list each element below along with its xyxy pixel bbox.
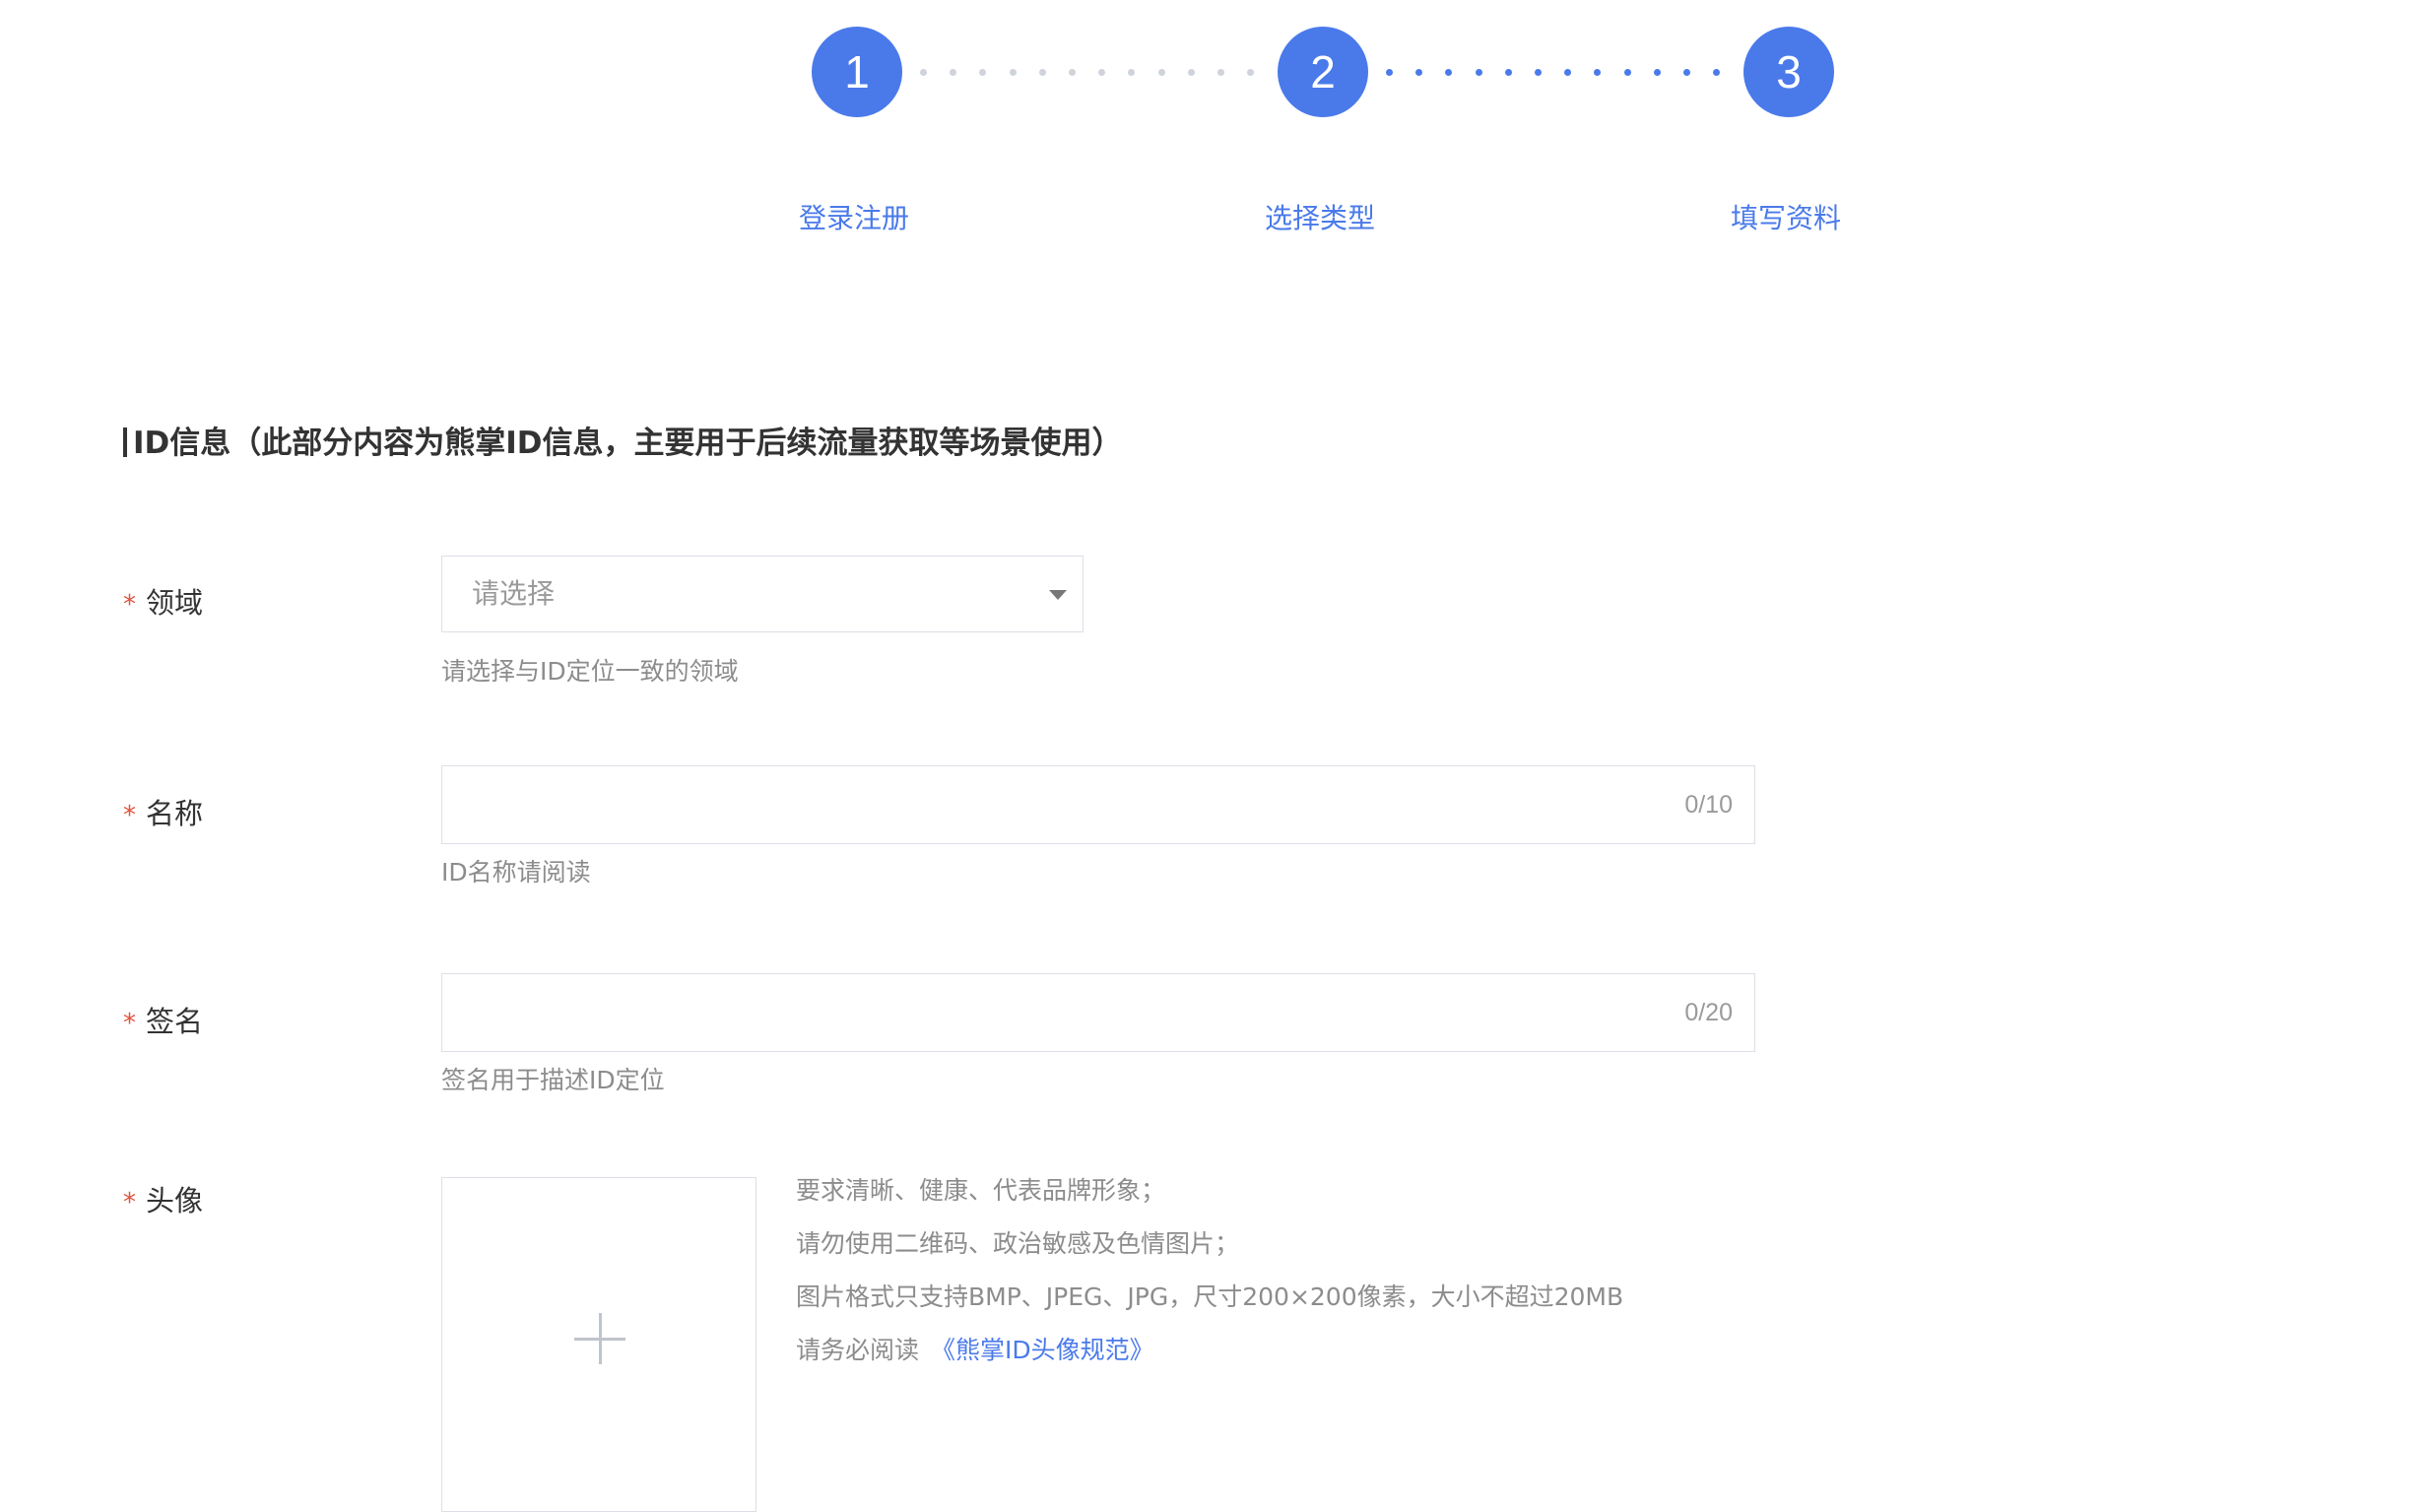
- signature-char-counter: 0/20: [1684, 999, 1733, 1026]
- required-mark: *: [123, 801, 136, 830]
- step-connector-dot: [1038, 69, 1046, 76]
- name-label: * 名称: [123, 796, 203, 833]
- avatar-label: * 头像: [123, 1183, 203, 1220]
- step-connector-dot: [1594, 69, 1602, 76]
- step-1-circle: 1: [812, 27, 902, 117]
- step-3-label: 填写资料: [1730, 202, 1841, 234]
- chevron-down-icon[interactable]: [1049, 590, 1067, 600]
- step-connector-dot: [1504, 69, 1512, 76]
- section-title: ID信息（此部分内容为熊掌ID信息，主要用于后续流量获取等场景使用）: [123, 424, 1123, 463]
- step-connector-dot: [1009, 69, 1017, 76]
- step-connector-dot: [1653, 69, 1661, 76]
- avatar-guideline-link[interactable]: 《熊掌ID头像规范》: [931, 1336, 1154, 1364]
- step-connector-dot: [1157, 69, 1165, 76]
- step-2-label: 选择类型: [1264, 202, 1375, 234]
- step-connector-dot: [1475, 69, 1482, 76]
- step-connector-dot: [950, 69, 957, 76]
- step-3-circle: 3: [1743, 27, 1834, 117]
- avatar-requirement-2: 请勿使用二维码、政治敏感及色情图片；: [796, 1229, 1240, 1258]
- required-mark: *: [123, 590, 136, 620]
- step-1-label: 登录注册: [798, 202, 909, 234]
- avatar-requirement-3: 图片格式只支持BMP、JPEG、JPG，尺寸200×200像素，大小不超过20M…: [796, 1282, 1624, 1311]
- required-mark: *: [123, 1188, 136, 1217]
- avatar-label-text: 头像: [146, 1184, 204, 1217]
- step-connector-dot: [1098, 69, 1106, 76]
- step-connector-dot: [1069, 69, 1076, 76]
- signature-input[interactable]: [442, 974, 1672, 1051]
- avatar-upload-button[interactable]: [441, 1177, 756, 1512]
- name-char-counter: 0/10: [1684, 791, 1733, 819]
- domain-select[interactable]: 请选择: [441, 556, 1084, 632]
- step-connector-dot: [920, 69, 927, 76]
- step-connector-dot: [1683, 69, 1690, 76]
- step-connector-dot: [1415, 69, 1423, 76]
- step-connector-dot: [1564, 69, 1572, 76]
- domain-label-text: 领域: [146, 586, 204, 620]
- signature-label: * 签名: [123, 1004, 203, 1041]
- avatar-guideline-line: 请务必阅读 《熊掌ID头像规范》: [796, 1335, 1154, 1366]
- name-input[interactable]: [442, 766, 1672, 843]
- name-label-text: 名称: [146, 797, 204, 830]
- avatar-requirement-1: 要求清晰、健康、代表品牌形象；: [796, 1176, 1166, 1205]
- name-hint: ID名称请阅读: [441, 858, 591, 887]
- section-title-text: ID信息（此部分内容为熊掌ID信息，主要用于后续流量获取等场景使用）: [133, 426, 1123, 461]
- name-field[interactable]: 0/10: [441, 765, 1755, 844]
- step-connector-dot: [1386, 69, 1393, 76]
- domain-select-placeholder: 请选择: [472, 577, 556, 610]
- domain-hint: 请选择与ID定位一致的领域: [441, 657, 739, 686]
- required-mark: *: [123, 1009, 136, 1038]
- step-connector-dot: [1217, 69, 1224, 76]
- signature-field[interactable]: 0/20: [441, 973, 1755, 1052]
- step-2-circle: 2: [1278, 27, 1368, 117]
- step-connector-dot: [1623, 69, 1631, 76]
- signature-label-text: 签名: [146, 1005, 204, 1038]
- step-connector-dot: [1128, 69, 1136, 76]
- signature-hint: 签名用于描述ID定位: [441, 1066, 665, 1094]
- section-title-bar: [123, 427, 127, 457]
- step-connector-dot: [1187, 69, 1195, 76]
- step-connector-dot: [1713, 69, 1721, 76]
- step-connector-dot: [979, 69, 987, 76]
- domain-label: * 领域: [123, 585, 203, 623]
- step-connector-dot: [1247, 69, 1255, 76]
- step-connector-dot: [1535, 69, 1542, 76]
- plus-icon: [599, 1313, 602, 1364]
- step-connector-dot: [1445, 69, 1453, 76]
- avatar-guideline-prefix: 请务必阅读: [796, 1336, 920, 1364]
